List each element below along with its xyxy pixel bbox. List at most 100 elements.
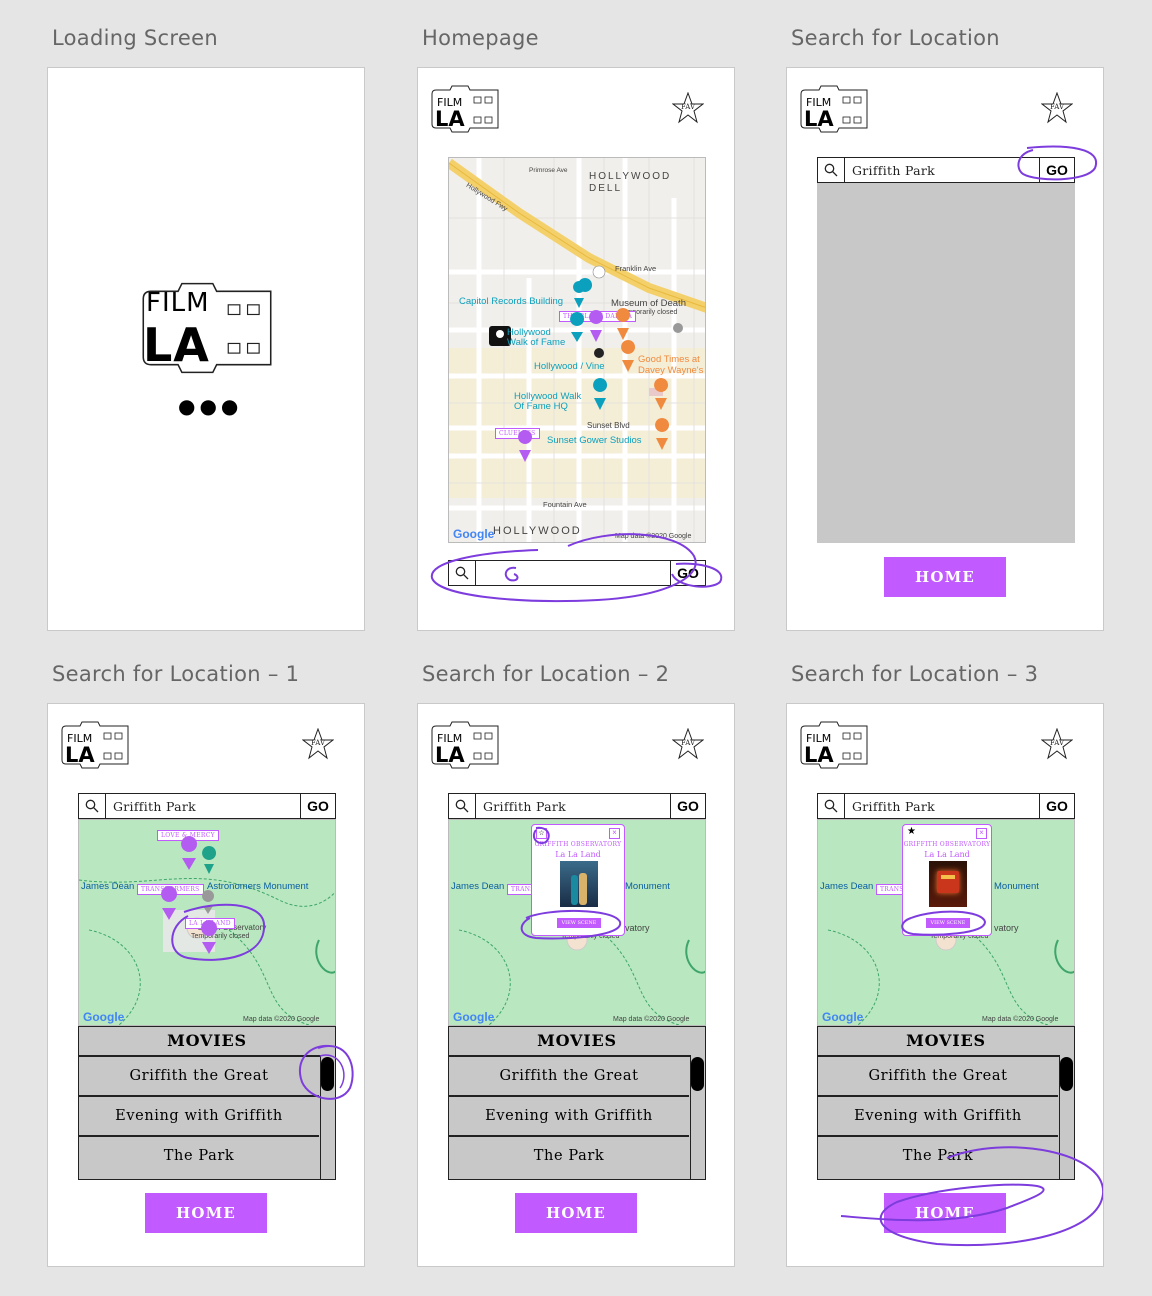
map-attribution: Map data ©2020 Google	[982, 1016, 1059, 1023]
search-icon[interactable]	[818, 158, 845, 182]
homepage-map[interactable]: Primrose Ave HOLLYWOOD DELL Hollywood Fw…	[448, 157, 706, 543]
search-icon[interactable]	[449, 561, 476, 585]
logo-film-text: FILM	[146, 288, 210, 318]
map-label-hollywood-dell: HOLLYWOOD DELL	[589, 171, 672, 194]
map-label-james-dean: James Dean	[81, 881, 135, 892]
movie-tag-la-la-land[interactable]: LA LA LAND	[185, 918, 235, 929]
home-button[interactable]: HOME	[884, 557, 1006, 597]
film-la-logo[interactable]: FILM LA	[60, 716, 130, 774]
board-title-search-2: Search for Location – 2	[422, 662, 670, 686]
movie-list-item[interactable]: Evening with Griffith	[79, 1097, 319, 1137]
popup-movie-title: La La Land	[924, 850, 970, 859]
map-label-good-times: Good Times at Davey Wayne's	[638, 354, 704, 376]
griffith-map[interactable]: James Dean Monument vatory Temporarily c…	[817, 819, 1075, 1026]
go-button[interactable]: GO	[300, 794, 335, 818]
google-logo: Google	[83, 1010, 125, 1024]
go-button[interactable]: GO	[1039, 794, 1074, 818]
home-button[interactable]: HOME	[145, 1193, 267, 1233]
favorite-star-icon[interactable]: ☆	[536, 828, 547, 839]
movie-tag-black-dahlia[interactable]: THE BLACK DAHLIA	[559, 311, 637, 322]
film-la-logo[interactable]: FILM LA	[430, 716, 500, 774]
search-bar[interactable]: Griffith Park GO	[817, 793, 1075, 819]
movie-tag-love-mercy[interactable]: LOVE & MERCY	[157, 830, 219, 841]
film-la-logo[interactable]: FILM LA	[799, 80, 869, 138]
go-button[interactable]: GO	[670, 561, 705, 585]
home-button[interactable]: HOME	[884, 1193, 1006, 1233]
map-label-capitol-records: Capitol Records Building	[459, 296, 564, 307]
search-input[interactable]: Griffith Park	[845, 163, 1039, 178]
map-label-walk-of-fame: Hollywood Walk of Fame	[507, 327, 566, 348]
movies-list: MOVIES Griffith the Great Evening with G…	[448, 1026, 706, 1180]
close-icon[interactable]: ×	[609, 828, 620, 839]
movie-list-item[interactable]: The Park	[449, 1137, 689, 1177]
movies-header: MOVIES	[818, 1027, 1074, 1057]
search-input[interactable]: Griffith Park	[845, 799, 1039, 814]
map-label-james-dean: James Dean	[820, 881, 874, 892]
favorites-star-icon[interactable]: FAV	[1040, 91, 1074, 124]
favorites-star-icon[interactable]: FAV	[671, 91, 705, 124]
go-button[interactable]: GO	[670, 794, 705, 818]
homepage-search-bar[interactable]: GO	[448, 560, 706, 586]
map-label-james-dean: James Dean	[451, 881, 505, 892]
map-label-temporarily-closed: Temporarily closed	[191, 933, 250, 940]
movies-list: MOVIES Griffith the Great Evening with G…	[817, 1026, 1075, 1180]
popup-location-title: GRIFFITH OBSERVATORY	[534, 841, 622, 848]
home-button[interactable]: HOME	[515, 1193, 637, 1233]
fav-label: FAV	[1049, 103, 1064, 111]
favorites-star-icon[interactable]: FAV	[671, 727, 705, 760]
search-input[interactable]: Griffith Park	[476, 799, 670, 814]
movies-scrollbar-thumb[interactable]	[691, 1057, 704, 1091]
search-icon[interactable]	[818, 794, 845, 818]
fav-label: FAV	[680, 739, 695, 747]
map-attribution: Map data ©2020 Google	[615, 533, 692, 540]
movie-list-item[interactable]: Evening with Griffith	[818, 1097, 1058, 1137]
map-label-walk-of-fame-hq: Hollywood Walk Of Fame HQ	[514, 391, 582, 412]
popup-location-title: GRIFFITH OBSERVATORY	[903, 841, 991, 848]
search-icon[interactable]	[79, 794, 106, 818]
film-la-logo[interactable]: FILM LA	[799, 716, 869, 774]
favorites-star-icon[interactable]: FAV	[301, 727, 335, 760]
movie-poster-image	[560, 861, 598, 907]
griffith-map[interactable]: James Dean Astronomers Monument Griffith…	[78, 819, 336, 1026]
loading-dots: ●●●	[178, 394, 243, 418]
map-placeholder	[817, 183, 1075, 543]
movie-tag-transformers[interactable]: TRANSFORMERS	[137, 884, 204, 895]
movies-list: MOVIES Griffith the Great Evening with G…	[78, 1026, 336, 1180]
favorites-star-icon[interactable]: FAV	[1040, 727, 1074, 760]
film-la-logo[interactable]: FILM LA	[430, 80, 500, 138]
movie-list-item[interactable]: Griffith the Great	[449, 1057, 689, 1097]
board-title-search-3: Search for Location – 3	[791, 662, 1039, 686]
movies-scrollbar-thumb[interactable]	[321, 1057, 334, 1091]
map-attribution: Map data ©2020 Google	[613, 1016, 690, 1023]
movie-list-item[interactable]: The Park	[818, 1137, 1058, 1177]
location-popup: ★ × GRIFFITH OBSERVATORY La La Land VIEW…	[902, 824, 992, 936]
movie-list-item[interactable]: Griffith the Great	[79, 1057, 319, 1097]
movie-list-item[interactable]: Griffith the Great	[818, 1057, 1058, 1097]
popup-movie-title: La La Land	[555, 850, 601, 859]
map-label-hollywood: HOLLYWOOD	[493, 525, 582, 537]
movies-scrollbar-thumb[interactable]	[1060, 1057, 1073, 1091]
go-button[interactable]: GO	[1039, 158, 1074, 182]
map-label-monument: Monument	[994, 881, 1039, 892]
search-bar[interactable]: Griffith Park GO	[78, 793, 336, 819]
logo-la-text: LA	[435, 743, 465, 767]
movie-scene-image	[929, 861, 967, 907]
griffith-map[interactable]: James Dean Monument vatory Temporarily c…	[448, 819, 706, 1026]
search-location-1-board: FILM LA FAV Griffith Park GO James Dean …	[47, 703, 365, 1267]
movie-list-item[interactable]: The Park	[79, 1137, 319, 1177]
map-label-vatory: vatory	[625, 923, 650, 933]
movies-header: MOVIES	[79, 1027, 335, 1057]
view-scene-button[interactable]: VIEW SCENE	[557, 918, 601, 928]
close-icon[interactable]: ×	[976, 828, 987, 839]
movie-list-item[interactable]: Evening with Griffith	[449, 1097, 689, 1137]
view-scene-button[interactable]: VIEW SCENE	[926, 918, 970, 928]
movie-tag-clueless[interactable]: CLUELESS	[495, 428, 540, 439]
favorite-star-filled-icon[interactable]: ★	[907, 827, 916, 837]
search-icon[interactable]	[449, 794, 476, 818]
search-input[interactable]: Griffith Park	[106, 799, 300, 814]
logo-la-text: LA	[804, 107, 834, 131]
board-title-search: Search for Location	[791, 26, 1000, 50]
search-bar[interactable]: Griffith Park GO	[817, 157, 1075, 183]
loading-screen-board: FILM LA ●●●	[47, 67, 365, 631]
search-bar[interactable]: Griffith Park GO	[448, 793, 706, 819]
